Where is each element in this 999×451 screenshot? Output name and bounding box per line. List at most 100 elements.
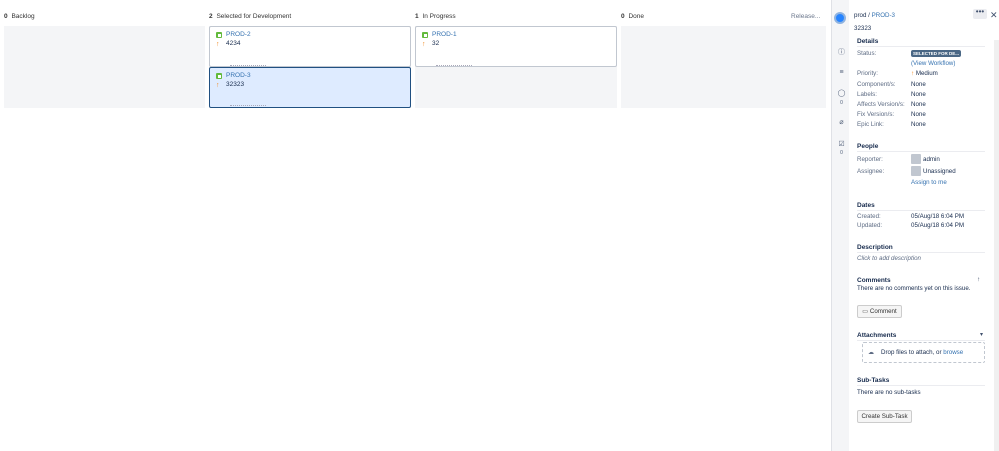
comment-button[interactable]: ▭ Comment	[857, 305, 902, 318]
release-link[interactable]: Release...	[791, 13, 820, 20]
labels-value[interactable]: None	[911, 91, 926, 98]
divider	[857, 46, 985, 47]
breadcrumb-issue[interactable]: PROD-3	[872, 12, 895, 19]
dates-header[interactable]: Dates	[857, 202, 875, 209]
column-name: In Progress	[422, 13, 456, 20]
updated-label: Updated:	[857, 222, 883, 229]
board: 0 Backlog 2 Selected for Development 1 I…	[0, 0, 831, 451]
column-header-backlog: 0 Backlog	[4, 13, 35, 20]
attachments-header[interactable]: Attachments	[857, 332, 896, 339]
details-header[interactable]: Details	[857, 38, 878, 45]
story-icon	[422, 32, 428, 38]
issue-key[interactable]: PROD-1	[432, 31, 457, 38]
affects-version-value[interactable]: None	[911, 101, 926, 108]
epic-link-value[interactable]: None	[911, 121, 926, 128]
cloud-upload-icon: ☁	[868, 349, 875, 356]
reporter-label: Reporter:	[857, 156, 883, 163]
details-icon[interactable]: ≡	[837, 69, 846, 76]
created-value: 05/Aug/18 6:04 PM	[911, 213, 964, 220]
story-icon	[216, 32, 222, 38]
priority-medium-icon: ↑	[216, 82, 220, 89]
comment-button-label: Comment	[869, 308, 897, 315]
breadcrumb-project[interactable]: prod	[854, 12, 866, 19]
scrollbar[interactable]	[994, 40, 999, 451]
priority-text: Medium	[915, 70, 938, 77]
breadcrumb: prod / PROD-3	[854, 12, 895, 19]
components-label: Component/s:	[857, 81, 896, 88]
assignee-value[interactable]: Unassigned	[923, 168, 956, 175]
column-name: Backlog	[11, 13, 35, 20]
column-name: Done	[628, 13, 644, 20]
close-icon[interactable]: ✕	[990, 10, 998, 21]
issue-summary: 32	[432, 40, 440, 47]
issue-card-prod-1[interactable]: PROD-1 ↑ 32	[415, 26, 617, 67]
sort-arrow-icon[interactable]: ↑	[977, 276, 980, 283]
issue-key[interactable]: PROD-2	[226, 31, 251, 38]
column-count: 1	[415, 13, 419, 20]
column-backlog[interactable]	[4, 26, 205, 108]
column-count: 0	[621, 13, 625, 20]
view-workflow-link[interactable]: (View Workflow)	[911, 60, 955, 67]
affects-version-label: Affects Version/s:	[857, 101, 905, 108]
divider	[857, 210, 985, 211]
comments-empty-message: There are no comments yet on this issue.	[857, 285, 971, 292]
card-grabber[interactable]	[230, 105, 266, 106]
column-header-in-progress: 1 In Progress	[415, 13, 456, 20]
subtasks-empty-message: There are no sub-tasks	[857, 389, 921, 396]
description-placeholder[interactable]: Click to add description	[857, 255, 921, 262]
column-name: Selected for Development	[216, 13, 292, 20]
priority-medium-icon: ↑	[216, 41, 220, 48]
issue-card-prod-3[interactable]: PROD-3 ↑ 32323	[209, 67, 411, 108]
assignee-avatar	[911, 166, 921, 176]
assignee-label: Assignee:	[857, 168, 885, 175]
priority-value[interactable]: ↑ Medium	[911, 70, 938, 77]
priority-medium-icon: ↑	[911, 70, 915, 77]
column-header-done: 0 Done	[621, 13, 644, 20]
chevron-down-icon[interactable]: ▾	[980, 331, 983, 338]
description-header[interactable]: Description	[857, 244, 893, 251]
card-grabber[interactable]	[230, 65, 266, 66]
comments-header[interactable]: Comments	[857, 277, 891, 284]
drop-text: Drop files to attach, or	[881, 349, 942, 356]
issue-key[interactable]: PROD-3	[226, 72, 251, 79]
people-header[interactable]: People	[857, 143, 878, 150]
attachment-icon[interactable]: ⌀	[837, 118, 846, 126]
browse-link[interactable]: browse	[943, 349, 963, 356]
column-count: 2	[209, 13, 213, 20]
detail-nav-strip: ⓘ ≡ ◯ 0 ⌀ ☑ 0	[831, 0, 849, 451]
status-lozenge[interactable]: SELECTED FOR DE...	[911, 50, 962, 57]
comment-icon[interactable]: ◯	[837, 89, 846, 97]
subtasks-header[interactable]: Sub-Tasks	[857, 377, 889, 384]
updated-value: 05/Aug/18 6:04 PM	[911, 222, 964, 229]
status-label: Status:	[857, 50, 877, 57]
subtask-count: 0	[840, 150, 843, 156]
divider	[857, 252, 985, 253]
create-subtask-button[interactable]: Create Sub-Task	[857, 410, 912, 423]
more-actions-button[interactable]: •••	[973, 8, 987, 19]
column-count: 0	[4, 13, 8, 20]
priority-medium-icon: ↑	[422, 41, 426, 48]
divider	[857, 151, 985, 152]
reporter-value[interactable]: admin	[923, 156, 940, 163]
breadcrumb-separator: /	[868, 12, 870, 19]
story-icon	[216, 73, 222, 79]
epic-link-label: Epic Link:	[857, 121, 884, 128]
divider	[857, 340, 985, 341]
issue-summary: 32323	[226, 81, 245, 88]
card-grabber[interactable]	[436, 65, 472, 66]
assign-to-me-link[interactable]: Assign to me	[911, 179, 947, 186]
issue-summary: 4234	[226, 40, 241, 47]
column-done[interactable]	[621, 26, 826, 108]
column-header-selected: 2 Selected for Development	[209, 13, 291, 20]
divider	[857, 385, 985, 386]
comment-icon: ▭	[862, 308, 869, 315]
issue-card-prod-2[interactable]: PROD-2 ↑ 4234	[209, 26, 411, 67]
issue-summary-title[interactable]: 32323	[854, 25, 871, 32]
fix-version-value[interactable]: None	[911, 111, 926, 118]
info-icon[interactable]: ⓘ	[837, 47, 846, 57]
dropzone-text: Drop files to attach, or browse	[881, 349, 963, 356]
components-value[interactable]: None	[911, 81, 926, 88]
comment-count: 0	[840, 100, 843, 106]
project-avatar	[834, 12, 846, 24]
subtask-icon[interactable]: ☑	[837, 140, 846, 148]
